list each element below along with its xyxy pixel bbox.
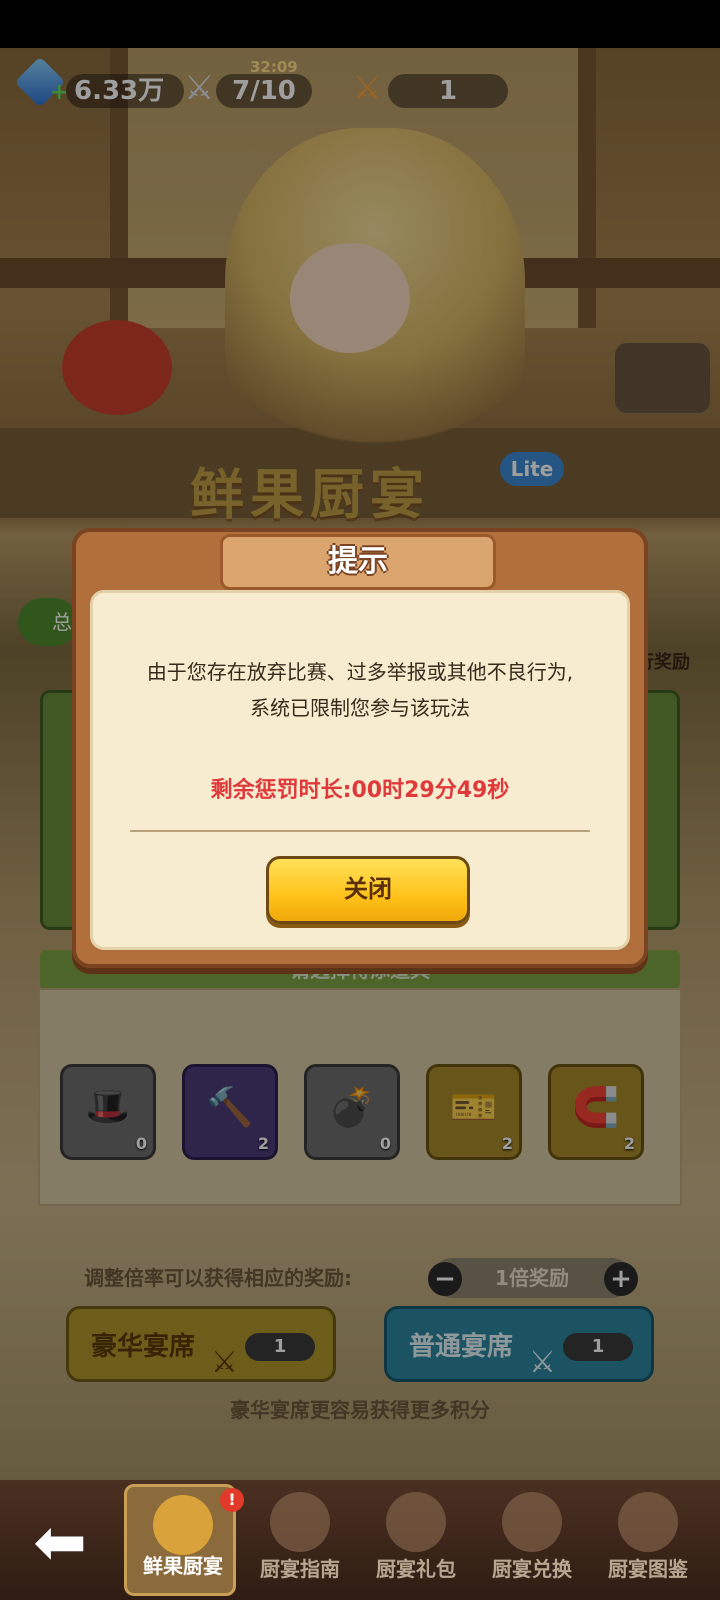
guide-icon — [270, 1492, 330, 1552]
modal-divider — [130, 830, 590, 832]
gift-pack-icon — [386, 1492, 446, 1552]
tab-label: 厨宴图鉴 — [608, 1557, 688, 1581]
tab-feast-gift-pack[interactable]: 厨宴礼包 — [360, 1484, 472, 1596]
alert-dialog-title: 提示 — [220, 534, 496, 590]
tab-label: 厨宴指南 — [260, 1557, 340, 1581]
notification-badge: ! — [220, 1488, 244, 1512]
tab-label: 鲜果厨宴 — [143, 1554, 223, 1578]
tab-feast-guide[interactable]: 厨宴指南 — [244, 1484, 356, 1596]
status-bar — [0, 0, 720, 48]
message-line-1: 由于您存在放弃比赛、过多举报或其他不良行为, — [146, 660, 574, 684]
tab-label: 厨宴兑换 — [492, 1557, 572, 1581]
penalty-time-remaining: 剩余惩罚时长:00时29分49秒 — [210, 778, 510, 803]
back-arrow-icon[interactable]: ⬅ — [20, 1508, 100, 1578]
close-button[interactable]: 关闭 — [266, 856, 470, 924]
exchange-icon — [502, 1492, 562, 1552]
message-line-2: 系统已限制您参与该玩法 — [250, 696, 470, 720]
feast-icon — [153, 1495, 213, 1555]
collection-icon — [618, 1492, 678, 1552]
tab-feast-collection[interactable]: 厨宴图鉴 — [592, 1484, 704, 1596]
alert-dialog-message: 由于您存在放弃比赛、过多举报或其他不良行为, 系统已限制您参与该玩法 — [100, 654, 620, 726]
tab-label: 厨宴礼包 — [376, 1557, 456, 1581]
tab-feast-exchange[interactable]: 厨宴兑换 — [476, 1484, 588, 1596]
